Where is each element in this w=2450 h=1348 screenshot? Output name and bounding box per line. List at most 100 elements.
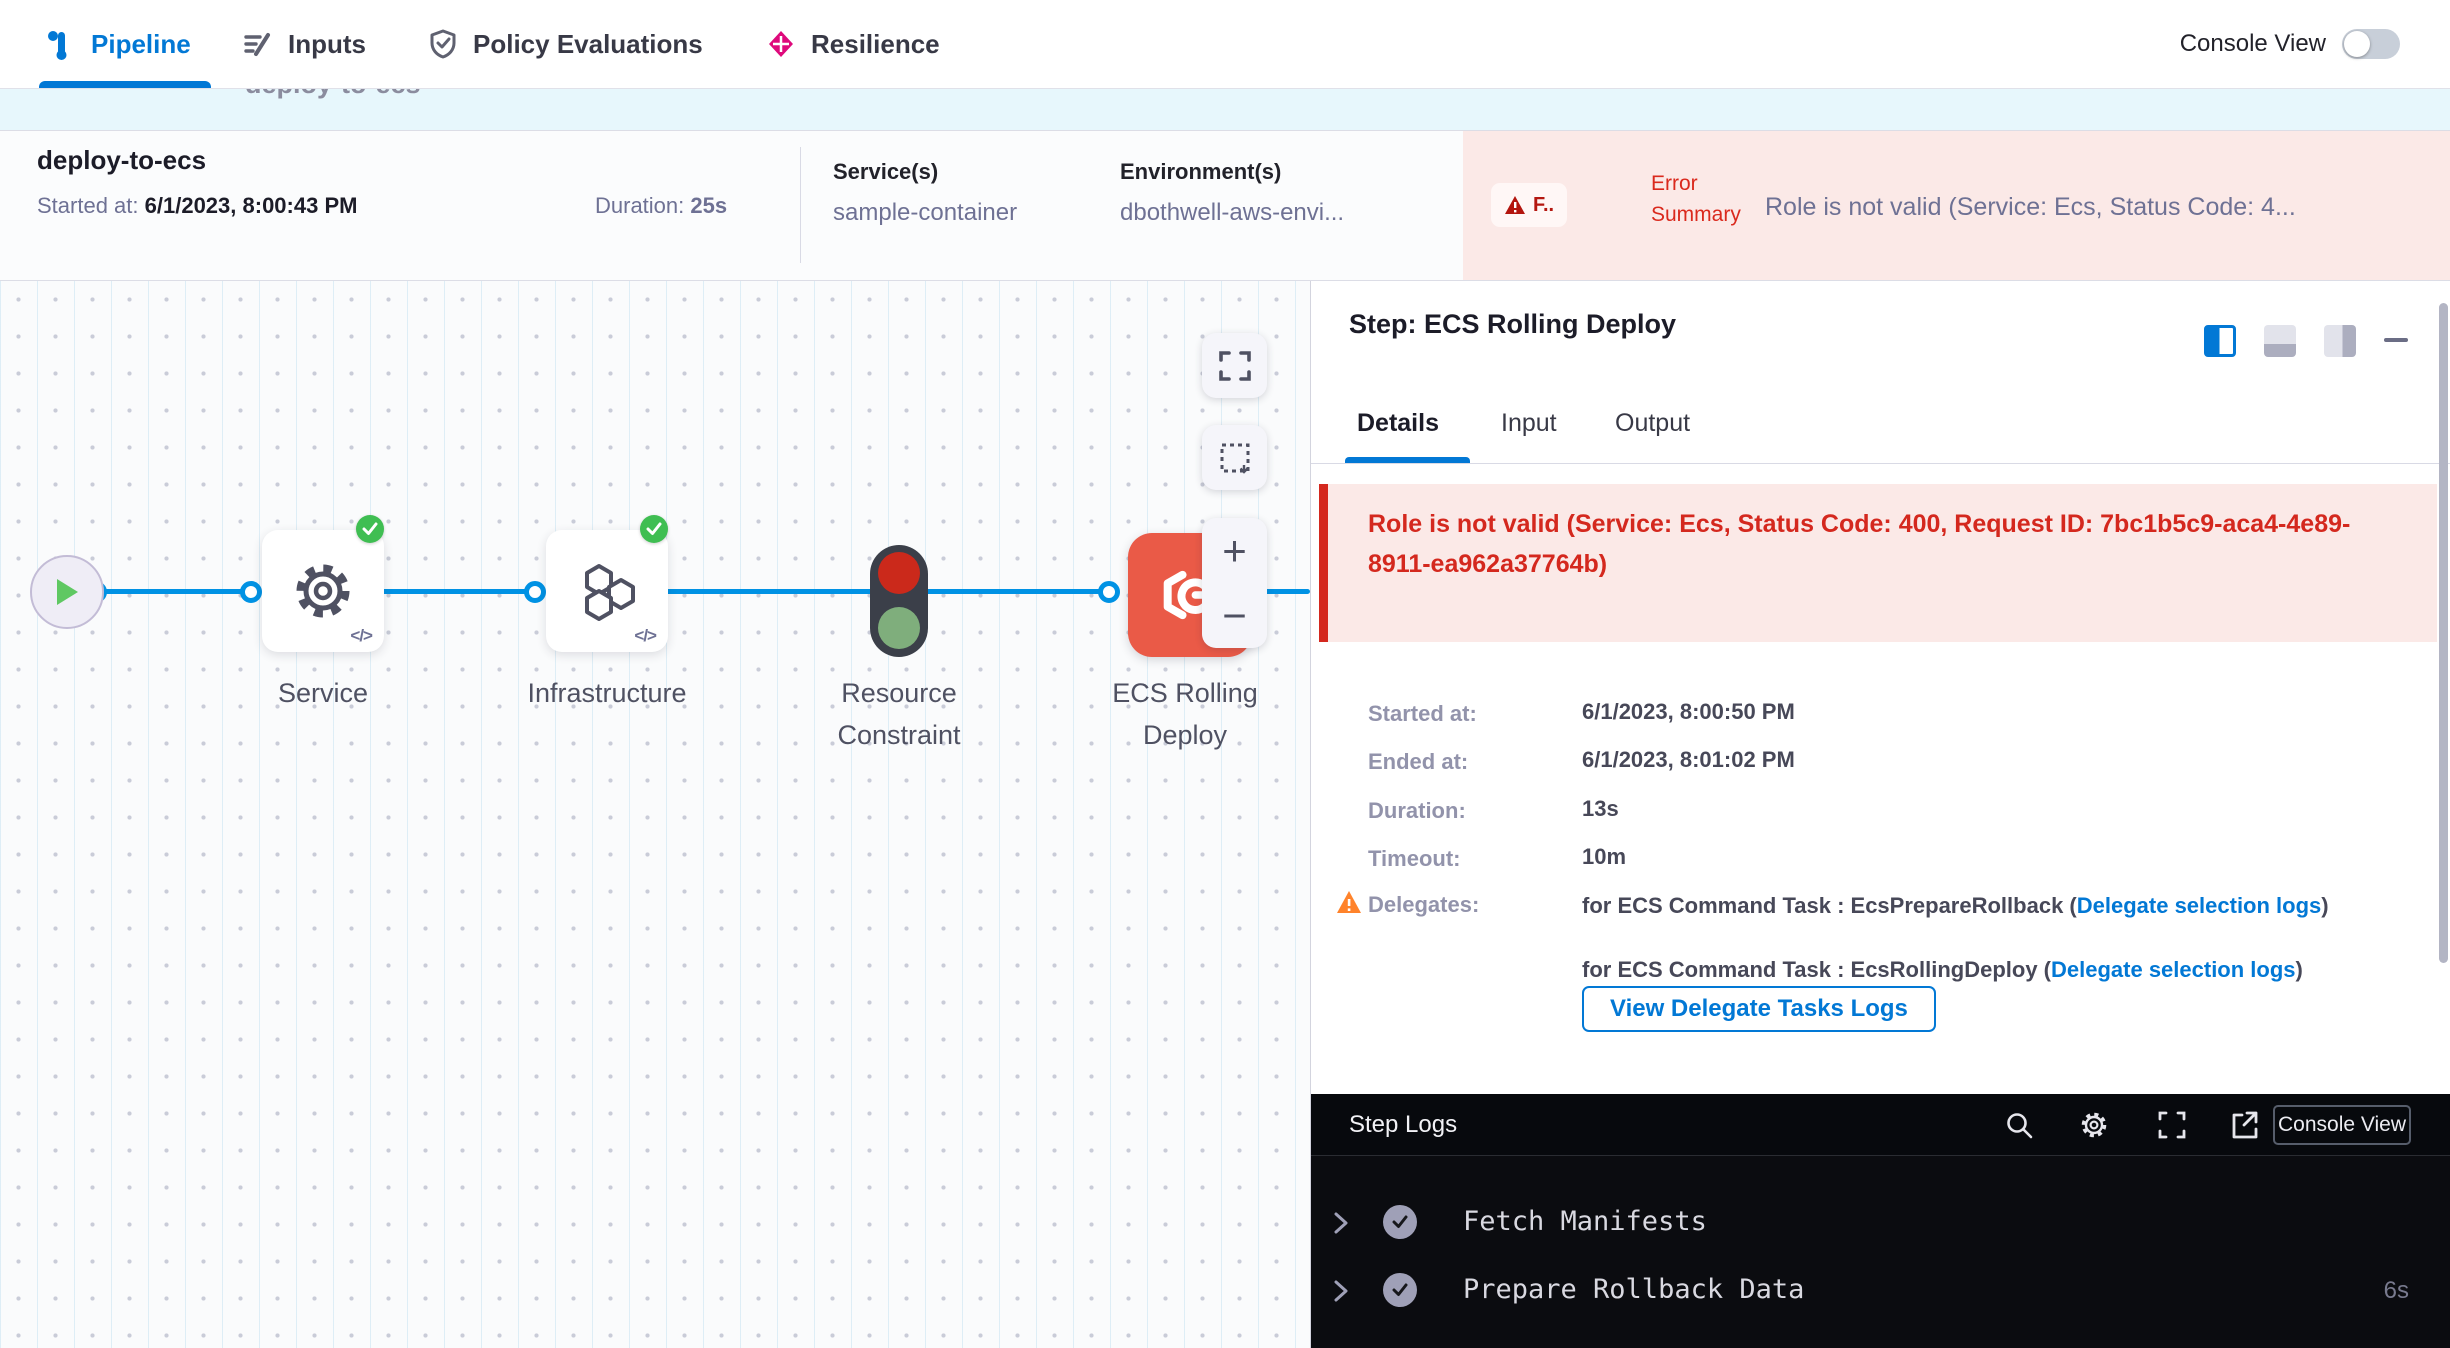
toggle-knob: [2344, 31, 2370, 57]
top-tab-bar: Pipeline Inputs Policy Evaluations: [0, 0, 2450, 89]
step-error-banner: Role is not valid (Service: Ecs, Status …: [1319, 484, 2437, 642]
panel-scrollbar[interactable]: [2439, 303, 2448, 963]
settings-gear-icon[interactable]: [2079, 1110, 2109, 1140]
services-column: Service(s) sample-container: [833, 159, 1017, 227]
console-view-toggle[interactable]: [2342, 29, 2400, 59]
active-tab-underline: [39, 81, 211, 88]
log-row-prepare-rollback-data[interactable]: Prepare Rollback Data 6s: [1311, 1267, 2450, 1315]
tab-policy-evaluations[interactable]: Policy Evaluations: [427, 0, 703, 88]
tab-input[interactable]: Input: [1501, 409, 1557, 438]
inputs-icon: [242, 28, 274, 60]
zoom-out-button[interactable]: −: [1222, 596, 1247, 636]
error-summary-zone: F.. Error Summary Role is not valid (Ser…: [1463, 131, 2450, 280]
chevron-right-icon[interactable]: [1333, 1211, 1349, 1235]
node-resource-constraint[interactable]: [870, 545, 928, 657]
pipeline-canvas[interactable]: </> Service </> Infrastructure: [0, 281, 1310, 1348]
canvas-fit-view-button[interactable]: [1202, 333, 1267, 398]
node-infrastructure-label: Infrastructure: [487, 672, 727, 714]
delegate-task-1: for ECS Command Task : EcsPrepareRollbac…: [1582, 890, 2412, 922]
timeout-value: 10m: [1582, 844, 1626, 870]
edge-dot: [1098, 581, 1120, 603]
play-icon: [54, 577, 80, 607]
step-logs-panel: Step Logs: [1311, 1094, 2450, 1348]
canvas-zoom-panel: + −: [1202, 518, 1267, 648]
service-gear-icon: [291, 559, 355, 623]
error-summary-text: Role is not valid (Service: Ecs, Status …: [1765, 193, 2433, 222]
duration-label: Duration:: [595, 193, 684, 218]
step-error-message: Role is not valid (Service: Ecs, Status …: [1368, 504, 2408, 584]
chevron-right-icon[interactable]: [1333, 1279, 1349, 1303]
delegates-label: Delegates:: [1368, 892, 1479, 918]
traffic-light-red: [878, 552, 920, 594]
pipeline-execution-page: Pipeline Inputs Policy Evaluations: [0, 0, 2450, 1348]
console-view-toggle-group: Console View: [2180, 0, 2400, 88]
node-resource-constraint-label: Resource Constraint: [789, 672, 1009, 756]
shield-check-icon: [427, 28, 459, 60]
tabs-divider: [1311, 463, 2450, 464]
pipeline-name-title: deploy-to-ecs: [37, 145, 206, 176]
delegate-task-2: for ECS Command Task : EcsRollingDeploy …: [1582, 954, 2412, 986]
delegate-task-2-text: for ECS Command Task : EcsRollingDeploy …: [1582, 957, 2051, 982]
delegate-task-1-close: ): [2321, 893, 2328, 918]
logs-console-view-button[interactable]: Console View: [2273, 1105, 2411, 1145]
tab-resilience-label: Resilience: [811, 29, 940, 60]
traffic-light-green: [878, 607, 920, 649]
duration-value: 13s: [1582, 796, 1619, 822]
tab-details[interactable]: Details: [1357, 409, 1439, 438]
tab-inputs-label: Inputs: [288, 29, 366, 60]
node-service[interactable]: </>: [262, 530, 384, 652]
delegate-selection-logs-link[interactable]: Delegate selection logs: [2077, 893, 2322, 918]
success-check-badge: [640, 515, 668, 543]
duration-label: Duration:: [1368, 798, 1466, 824]
node-service-label: Service: [223, 672, 423, 714]
scrolled-banner-strip: deploy-to-ecs: [0, 89, 2450, 131]
open-external-icon[interactable]: [2229, 1110, 2259, 1140]
step-logs-title: Step Logs: [1349, 1111, 1457, 1139]
edge-dot: [240, 581, 262, 603]
node-infrastructure[interactable]: </>: [546, 530, 668, 652]
log-step-name: Prepare Rollback Data: [1463, 1274, 1804, 1305]
layout-right-view-icon[interactable]: [2324, 325, 2356, 357]
log-success-check-icon: [1383, 1273, 1417, 1307]
delegate-selection-logs-link[interactable]: Delegate selection logs: [2051, 957, 2296, 982]
tab-inputs[interactable]: Inputs: [242, 0, 366, 88]
clipped-pipeline-name: deploy-to-ecs: [245, 89, 421, 100]
tab-resilience[interactable]: Resilience: [765, 0, 940, 88]
error-summary-label: Error Summary: [1651, 168, 1771, 230]
log-step-name: Fetch Manifests: [1463, 1206, 1707, 1237]
timeout-label: Timeout:: [1368, 846, 1460, 872]
status-badge-text: F..: [1533, 194, 1554, 217]
search-icon[interactable]: [2004, 1110, 2034, 1140]
edge-service-infrastructure: [373, 589, 535, 594]
resilience-chaos-icon: [765, 28, 797, 60]
fullscreen-icon: [1218, 349, 1252, 383]
console-view-label: Console View: [2180, 30, 2326, 58]
layout-bottom-view-icon[interactable]: [2264, 325, 2296, 357]
panel-minimize-icon[interactable]: [2384, 338, 2408, 342]
tab-pipeline[interactable]: Pipeline: [45, 0, 191, 88]
environments-value[interactable]: dbothwell-aws-envi...: [1120, 199, 1344, 227]
code-glyph: </>: [350, 626, 372, 646]
log-row-fetch-manifests[interactable]: Fetch Manifests: [1311, 1199, 2450, 1247]
node-ecs-rolling-deploy-label: ECS Rolling Deploy: [1085, 672, 1285, 756]
warning-triangle-icon: [1504, 195, 1526, 215]
duration-value: 25s: [690, 193, 727, 218]
step-details-panel: Step: ECS Rolling Deploy Details Input O…: [1310, 281, 2450, 1348]
fullscreen-icon[interactable]: [2157, 1110, 2187, 1140]
delegate-task-1-text: for ECS Command Task : EcsPrepareRollbac…: [1582, 893, 2077, 918]
started-at: Started at: 6/1/2023, 8:00:43 PM: [37, 193, 357, 219]
started-at-value: 6/1/2023, 8:00:43 PM: [145, 193, 358, 218]
pipeline-start-node[interactable]: [30, 555, 104, 629]
canvas-marquee-select-button[interactable]: [1202, 425, 1267, 490]
header-divider: [800, 147, 801, 263]
layout-split-view-icon[interactable]: [2204, 325, 2236, 357]
services-label: Service(s): [833, 159, 1017, 185]
services-value[interactable]: sample-container: [833, 199, 1017, 227]
edge-dot: [524, 581, 546, 603]
step-panel-title: Step: ECS Rolling Deploy: [1349, 309, 1676, 340]
marquee-selection-icon: [1218, 441, 1252, 475]
zoom-in-button[interactable]: +: [1222, 531, 1247, 571]
tab-output[interactable]: Output: [1615, 409, 1690, 438]
view-delegate-tasks-logs-button[interactable]: View Delegate Tasks Logs: [1582, 986, 1936, 1032]
execution-header: deploy-to-ecs Started at: 6/1/2023, 8:00…: [0, 131, 2450, 281]
